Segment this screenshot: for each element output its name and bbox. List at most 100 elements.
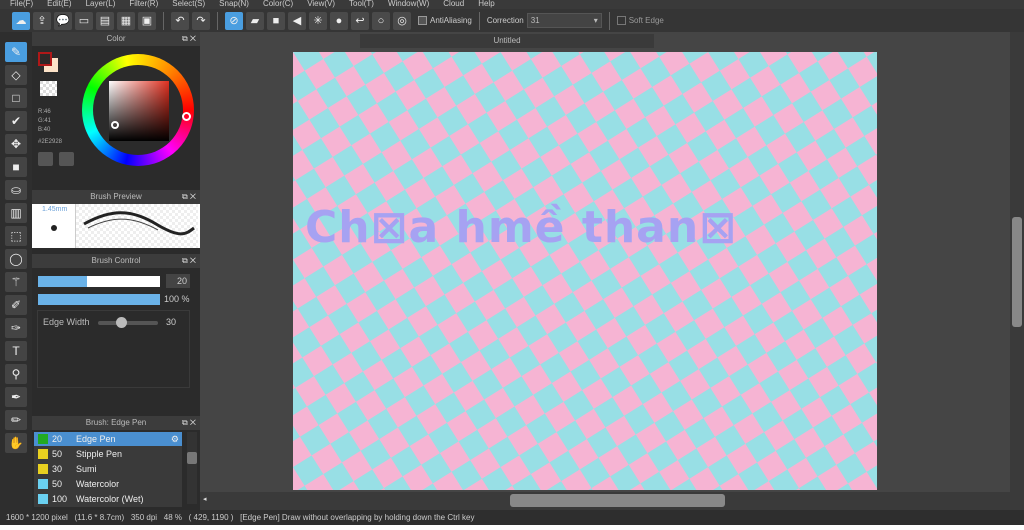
brush-color-swatch bbox=[38, 479, 48, 489]
divider bbox=[163, 11, 164, 30]
vertical-scrollbar[interactable] bbox=[1010, 32, 1024, 492]
menu-select[interactable]: Select(S) bbox=[172, 0, 205, 9]
circle-snap-icon[interactable]: ● bbox=[330, 11, 348, 30]
panel-close-icon[interactable]: ⧉ ✕ bbox=[182, 254, 196, 268]
dot-tool-icon[interactable]: ✔ bbox=[5, 111, 27, 131]
brush-list-header: Brush: Edge Pen ⧉ ✕ bbox=[32, 416, 200, 430]
select-pen-tool-icon[interactable]: ✐ bbox=[5, 295, 27, 315]
brush-tool-icon[interactable]: ✎ bbox=[5, 42, 27, 62]
soft-edge-checkbox[interactable] bbox=[616, 16, 626, 25]
saturation-value-square[interactable] bbox=[109, 81, 169, 141]
blue-value: B:40 bbox=[38, 127, 51, 133]
menu-color[interactable]: Color(C) bbox=[263, 0, 293, 9]
document-tab[interactable]: Untitled bbox=[360, 34, 654, 48]
parallel-snap-icon[interactable]: ▰ bbox=[246, 11, 264, 30]
fill-rect-tool-icon[interactable]: ■ bbox=[5, 157, 27, 177]
brush-list-scrollbar[interactable] bbox=[187, 432, 197, 504]
menu-view[interactable]: View(V) bbox=[307, 0, 335, 9]
hue-wheel[interactable] bbox=[82, 54, 194, 166]
scroll-left-icon[interactable]: ◂ bbox=[203, 495, 207, 503]
text-tool-icon[interactable]: T bbox=[5, 341, 27, 361]
curve-snap-icon[interactable]: ↩ bbox=[351, 11, 369, 30]
status-zoom: 48 % bbox=[163, 513, 182, 522]
drawing-canvas[interactable]: Ch⊠a hmề than⊠ bbox=[293, 52, 877, 490]
chevron-down-icon: ▾ bbox=[593, 16, 598, 25]
grid-icon[interactable]: ▣ bbox=[138, 11, 156, 30]
sv-cursor[interactable] bbox=[111, 121, 119, 129]
brush-list-item[interactable]: 50 Watercolor bbox=[34, 477, 182, 492]
share-icon[interactable]: ⇪ bbox=[33, 11, 51, 30]
menu-filter[interactable]: Filter(R) bbox=[129, 0, 158, 9]
cloud-icon[interactable]: ☁ bbox=[12, 11, 30, 30]
brush-control-header: Brush Control ⧉ ✕ bbox=[32, 254, 200, 268]
redo-icon[interactable]: ↷ bbox=[192, 11, 210, 30]
hand-tool-icon[interactable]: ✋ bbox=[5, 433, 27, 453]
brush-list-title: Brush: Edge Pen bbox=[85, 418, 147, 427]
vertical-scroll-thumb[interactable] bbox=[1012, 217, 1022, 327]
rectangle-tool-icon[interactable]: □ bbox=[5, 88, 27, 108]
green-value: G:41 bbox=[38, 118, 52, 124]
tool-palette: ✎ ◇ □ ✔ ✥ ■ ⛀ ▥ ⬚ ◯ ⚚ ✐ ✑ T ⚲ ✒ ✏ ✋ bbox=[0, 32, 32, 510]
eraser-tool-icon[interactable]: ◇ bbox=[5, 65, 27, 85]
menu-layer[interactable]: Layer(L) bbox=[86, 0, 116, 9]
brush-size-slider[interactable] bbox=[38, 276, 160, 287]
horizontal-scrollbar[interactable]: ◂ bbox=[200, 492, 1024, 510]
undo-icon[interactable]: ↶ bbox=[171, 11, 189, 30]
color-history-icon[interactable] bbox=[59, 152, 74, 166]
foreground-color-swatch[interactable] bbox=[38, 52, 52, 66]
panel-close-icon[interactable]: ⧉ ✕ bbox=[182, 416, 196, 430]
edge-width-slider[interactable] bbox=[98, 317, 158, 328]
menu-snap[interactable]: Snap(N) bbox=[219, 0, 249, 9]
vanish-snap-icon[interactable]: ◀ bbox=[288, 11, 306, 30]
brush-list-item[interactable]: 20 Edge Pen ⚙ bbox=[34, 432, 182, 447]
palette-icon[interactable] bbox=[38, 152, 53, 166]
page-icon[interactable]: ▤ bbox=[96, 11, 114, 30]
radial-snap-icon[interactable]: ✳ bbox=[309, 11, 327, 30]
move-tool-icon[interactable]: ✥ bbox=[5, 134, 27, 154]
brush-size: 50 bbox=[52, 479, 63, 489]
panel-close-icon[interactable]: ⧉ ✕ bbox=[182, 190, 196, 204]
pen-tool-icon[interactable]: ✏ bbox=[5, 410, 27, 430]
lasso-tool-icon[interactable]: ◯ bbox=[5, 249, 27, 269]
brush-size-readout: 1.45mm bbox=[42, 206, 68, 213]
brush-size-value[interactable]: 20 bbox=[166, 274, 190, 288]
ellipse-snap-icon[interactable]: ○ bbox=[372, 11, 390, 30]
pages-icon[interactable]: ▦ bbox=[117, 11, 135, 30]
panel-close-icon[interactable]: ⧉ ✕ bbox=[182, 32, 196, 46]
operation-tool-icon[interactable]: ⚲ bbox=[5, 364, 27, 384]
opacity-slider[interactable] bbox=[38, 294, 160, 305]
hue-cursor[interactable] bbox=[182, 112, 191, 121]
menu-cloud[interactable]: Cloud bbox=[443, 0, 464, 9]
select-tool-icon[interactable]: ⬚ bbox=[5, 226, 27, 246]
bucket-tool-icon[interactable]: ⛀ bbox=[5, 180, 27, 200]
red-value: R:46 bbox=[38, 109, 51, 115]
antialiasing-checkbox[interactable] bbox=[418, 16, 427, 25]
eyedropper-tool-icon[interactable]: ✒ bbox=[5, 387, 27, 407]
brush-list-item[interactable]: 100 Watercolor (Wet) bbox=[34, 492, 182, 507]
magic-wand-tool-icon[interactable]: ⚚ bbox=[5, 272, 27, 292]
brush-name: Watercolor bbox=[76, 479, 120, 489]
horizontal-scroll-thumb[interactable] bbox=[510, 494, 725, 507]
correction-label: Correction bbox=[486, 16, 524, 25]
toolbar: ☁ ⇪ 💬 ▭ ▤ ▦ ▣ ↶ ↷ ⊘ ▰ ■ ◀ ✳ ● ↩ ○ ◎ Anti… bbox=[0, 9, 1024, 32]
menu-edit[interactable]: Edit(E) bbox=[47, 0, 71, 9]
menu-file[interactable]: File(F) bbox=[10, 0, 33, 9]
gradient-tool-icon[interactable]: ▥ bbox=[5, 203, 27, 223]
menu-window[interactable]: Window(W) bbox=[388, 0, 429, 9]
concentric-snap-icon[interactable]: ◎ bbox=[393, 11, 411, 30]
brush-name: Sumi bbox=[76, 464, 97, 474]
correction-select[interactable]: 31 ▾ bbox=[526, 13, 602, 28]
transparent-swatch[interactable] bbox=[40, 81, 57, 96]
brush-list-item[interactable]: 50 Stipple Pen bbox=[34, 447, 182, 462]
snap-off-icon[interactable]: ⊘ bbox=[225, 11, 243, 30]
cross-snap-icon[interactable]: ■ bbox=[267, 11, 285, 30]
menu-tool[interactable]: Tool(T) bbox=[349, 0, 374, 9]
gear-icon[interactable]: ⚙ bbox=[171, 434, 179, 445]
brush-list-item[interactable]: 30 Sumi bbox=[34, 462, 182, 477]
comment-icon[interactable]: 💬 bbox=[54, 11, 72, 30]
menu-help[interactable]: Help bbox=[478, 0, 494, 9]
monitor-icon[interactable]: ▭ bbox=[75, 11, 93, 30]
status-dpi: 350 dpi bbox=[130, 513, 158, 522]
brush-color-swatch bbox=[38, 494, 48, 504]
select-eraser-tool-icon[interactable]: ✑ bbox=[5, 318, 27, 338]
